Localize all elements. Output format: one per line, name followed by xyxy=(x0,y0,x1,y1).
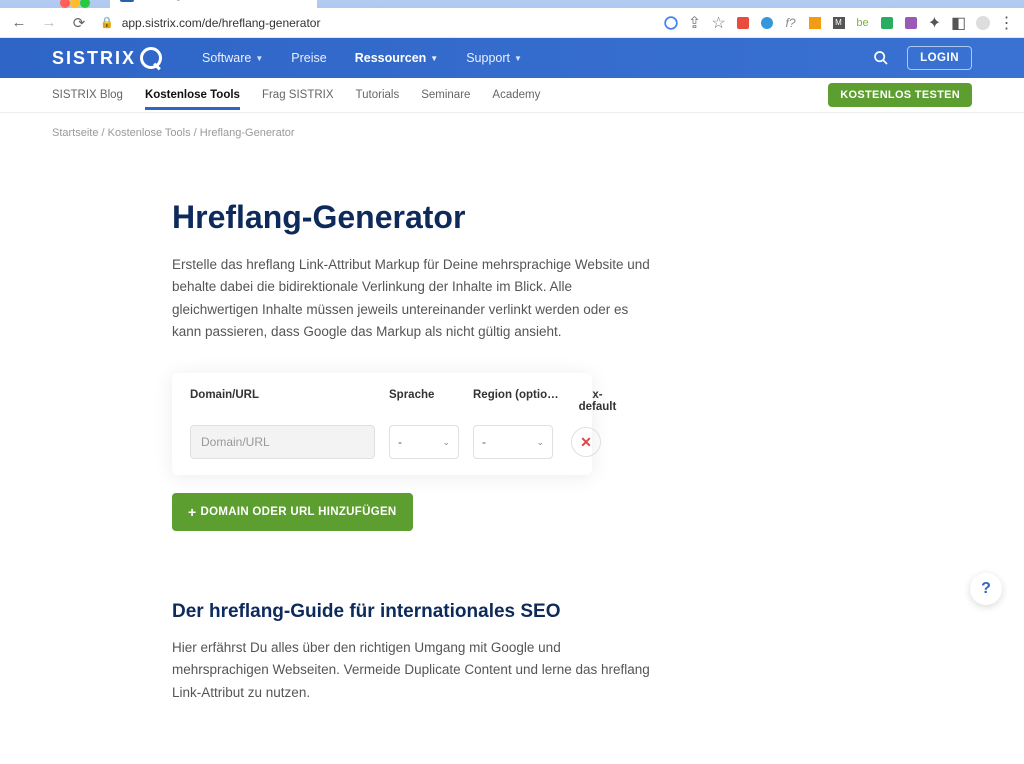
search-icon[interactable] xyxy=(873,50,889,66)
ext-icon-4[interactable] xyxy=(807,15,822,30)
bc-tools[interactable]: Kostenlose Tools xyxy=(108,127,191,139)
subnav-tools[interactable]: Kostenlose Tools xyxy=(145,81,240,110)
window-min-dot[interactable] xyxy=(70,0,80,8)
nav-support[interactable]: Support ▼ xyxy=(466,51,522,65)
new-tab-button[interactable]: + xyxy=(329,0,340,8)
sub-nav: SISTRIX Blog Kostenlose Tools Frag SISTR… xyxy=(0,78,1024,113)
google-ext-icon[interactable] xyxy=(663,15,678,30)
col-region: Region (optio… xyxy=(473,389,561,413)
guide-title: Der hreflang-Guide für internationales S… xyxy=(172,601,852,623)
url-text: app.sistrix.com/de/hreflang-generator xyxy=(122,16,321,30)
chevron-down-icon: ⌄ xyxy=(536,437,544,448)
col-xdefault: x-default xyxy=(575,389,620,413)
guide-body: Hier erfährst Du alles über den richtige… xyxy=(172,637,652,704)
add-domain-button[interactable]: + DOMAIN ODER URL HINZUFÜGEN xyxy=(172,493,413,531)
col-domain: Domain/URL xyxy=(190,389,375,413)
menu-icon[interactable]: ⋮ xyxy=(999,15,1014,30)
ext-icon-2[interactable] xyxy=(759,15,774,30)
ext-icon-8[interactable] xyxy=(903,15,918,30)
chevron-down-icon: ▼ xyxy=(514,54,522,63)
share-icon[interactable]: ⇪ xyxy=(687,15,702,30)
subnav-academy[interactable]: Academy xyxy=(492,81,540,109)
bc-start[interactable]: Startseite xyxy=(52,127,98,139)
tab-title: Hreflang-Generator - SISTRIX xyxy=(140,0,287,1)
domain-input[interactable]: Domain/URL xyxy=(190,425,375,459)
logo[interactable]: SISTRIX xyxy=(52,47,162,69)
reload-icon[interactable]: ⟳ xyxy=(70,14,88,32)
tab-close-icon[interactable]: × xyxy=(301,0,309,3)
url-input[interactable]: 🔒 app.sistrix.com/de/hreflang-generator xyxy=(100,16,651,30)
help-button[interactable]: ? xyxy=(970,573,1002,605)
page-intro: Erstelle das hreflang Link-Attribut Mark… xyxy=(172,254,652,343)
page-title: Hreflang-Generator xyxy=(172,199,852,236)
nav-software[interactable]: Software ▼ xyxy=(202,51,263,65)
form-row: Domain/URL -⌄ -⌄ ✕ xyxy=(190,425,574,459)
col-sprache: Sprache xyxy=(389,389,459,413)
subnav-seminare[interactable]: Seminare xyxy=(421,81,470,109)
panel-icon[interactable]: ◧ xyxy=(951,15,966,30)
back-icon[interactable]: ← xyxy=(10,14,28,31)
ext-icon-1[interactable] xyxy=(735,15,750,30)
main-content: Hreflang-Generator Erstelle das hreflang… xyxy=(152,139,872,764)
hreflang-form-card: Domain/URL Sprache Region (optio… x-defa… xyxy=(172,373,592,475)
favicon-icon xyxy=(120,0,134,2)
ext-icon-3[interactable]: f? xyxy=(783,15,798,30)
lock-icon: 🔒 xyxy=(100,16,114,29)
window-max-dot[interactable] xyxy=(80,0,90,8)
region-select[interactable]: -⌄ xyxy=(473,425,553,459)
nav-preise[interactable]: Preise xyxy=(291,51,326,65)
profile-icon[interactable] xyxy=(975,15,990,30)
ext-icon-7[interactable] xyxy=(879,15,894,30)
top-nav: SISTRIX Software ▼ Preise Ressourcen ▼ S… xyxy=(0,38,1024,78)
chevron-down-icon: ▼ xyxy=(255,54,263,63)
window-close-dot[interactable] xyxy=(60,0,70,8)
logo-text: SISTRIX xyxy=(52,48,136,69)
ext-icon-5[interactable]: M xyxy=(831,15,846,30)
chevron-down-icon: ⌄ xyxy=(442,437,450,448)
browser-tabbar: Hreflang-Generator - SISTRIX × + ⌄ xyxy=(0,0,1024,8)
tab-menu-icon[interactable]: ⌄ xyxy=(998,0,1024,2)
subnav-blog[interactable]: SISTRIX Blog xyxy=(52,81,123,109)
xdefault-toggle[interactable]: ✕ xyxy=(571,427,601,457)
browser-tab[interactable]: Hreflang-Generator - SISTRIX × xyxy=(110,0,317,8)
logo-magnifier-icon xyxy=(140,47,162,69)
bc-current: Hreflang-Generator xyxy=(200,127,295,139)
subnav-frag[interactable]: Frag SISTRIX xyxy=(262,81,334,109)
extensions-icon[interactable]: ✦ xyxy=(927,15,942,30)
extension-icons: ⇪ ☆ f? M be ✦ ◧ ⋮ xyxy=(663,15,1014,30)
nav-ressourcen[interactable]: Ressourcen ▼ xyxy=(355,51,438,65)
chevron-down-icon: ▼ xyxy=(430,54,438,63)
url-bar: ← → ⟳ 🔒 app.sistrix.com/de/hreflang-gene… xyxy=(0,8,1024,38)
language-select[interactable]: -⌄ xyxy=(389,425,459,459)
breadcrumb: Startseite / Kostenlose Tools / Hreflang… xyxy=(32,113,992,139)
plus-icon: + xyxy=(188,504,196,520)
login-button[interactable]: LOGIN xyxy=(907,46,972,70)
cta-button[interactable]: KOSTENLOS TESTEN xyxy=(828,83,972,107)
star-icon[interactable]: ☆ xyxy=(711,15,726,30)
ext-icon-6[interactable]: be xyxy=(855,15,870,30)
subnav-tutorials[interactable]: Tutorials xyxy=(356,81,400,109)
forward-icon[interactable]: → xyxy=(40,14,58,31)
